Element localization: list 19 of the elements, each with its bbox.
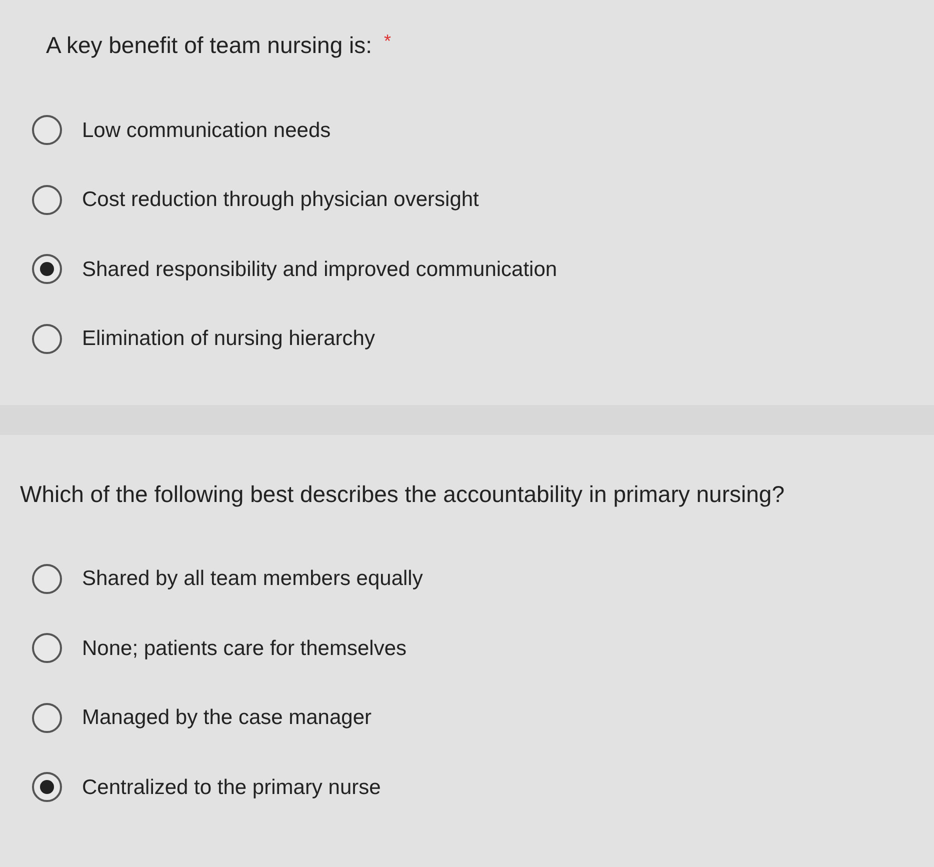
radio-button[interactable] [32, 324, 62, 354]
question-text: Which of the following best describes the accountability in primary nursing? [20, 480, 784, 509]
option-label: Elimination of nursing hierarchy [82, 326, 375, 352]
option-label: Shared responsibility and improved communication [82, 256, 558, 282]
required-mark: * [384, 30, 392, 53]
radio-button[interactable] [32, 633, 62, 664]
radio-button[interactable] [32, 702, 62, 733]
option-label: Low communication needs [82, 118, 331, 144]
radio-button[interactable] [32, 184, 62, 215]
option-label: Centralized to the primary nurse [82, 774, 381, 800]
radio-button[interactable] [32, 772, 62, 802]
question-text: A key benefit of team nursing is: [46, 31, 372, 60]
radio-button[interactable] [32, 564, 62, 594]
radio-button[interactable] [32, 115, 62, 146]
option-label: None; patients care for themselves [82, 636, 406, 662]
option-label: Cost reduction through physician oversight [82, 187, 479, 213]
radio-button[interactable] [32, 254, 62, 284]
option-label: Managed by the case manager [82, 705, 372, 731]
option-label: Shared by all team members equally [82, 566, 423, 592]
